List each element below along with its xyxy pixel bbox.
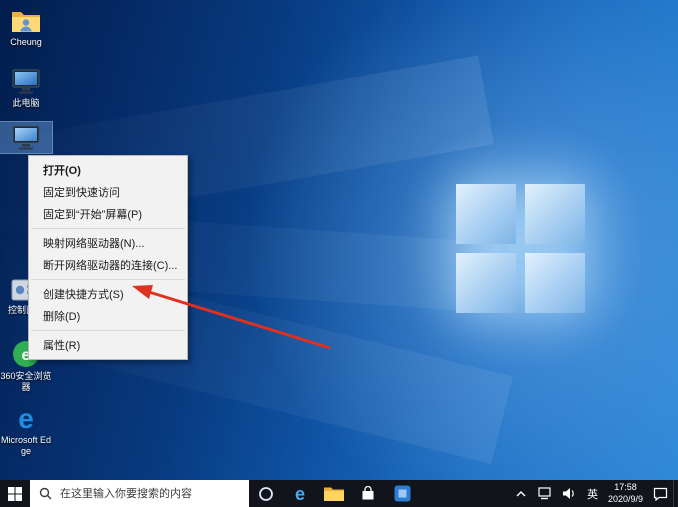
menu-item-pin-to-quick-access[interactable]: 固定到快速访问 — [29, 181, 187, 203]
taskbar-search-box[interactable] — [30, 480, 249, 507]
chevron-up-icon — [515, 490, 527, 498]
menu-item-map-network-drive[interactable]: 映射网络驱动器(N)... — [29, 232, 187, 254]
tray-volume-button[interactable] — [557, 480, 582, 507]
taskbar: e — [0, 480, 678, 507]
menu-item-properties[interactable]: 属性(R) — [29, 334, 187, 356]
context-menu: 打开(O) 固定到快速访问 固定到“开始”屏幕(P) 映射网络驱动器(N)...… — [28, 155, 188, 360]
cortana-icon — [258, 486, 274, 502]
edge-desktop-icon: e — [0, 402, 52, 434]
user-folder-icon — [0, 6, 52, 36]
show-desktop-button[interactable] — [673, 480, 678, 507]
tray-network-button[interactable] — [532, 480, 557, 507]
action-center-icon — [653, 487, 668, 501]
clock-date: 2020/9/9 — [608, 494, 643, 505]
store-icon — [360, 486, 376, 502]
volume-icon — [562, 487, 577, 500]
taskbar-edge-button[interactable]: e — [283, 480, 317, 507]
svg-text:e: e — [295, 484, 305, 504]
svg-text:e: e — [18, 404, 34, 432]
desktop-icon-selected-computer[interactable] — [0, 122, 52, 154]
cortana-button[interactable] — [249, 480, 283, 507]
windows-logo-pane — [456, 184, 516, 244]
ime-indicator[interactable]: 英 — [582, 480, 603, 507]
desktop-icon-microsoft-edge[interactable]: e Microsoft Edge — [0, 402, 52, 456]
clock-time: 17:58 — [614, 482, 637, 493]
taskbar-store-button[interactable] — [351, 480, 385, 507]
desktop-icon-label: 此电脑 — [0, 98, 52, 109]
desktop-icon-user-folder[interactable]: Cheung — [0, 6, 52, 48]
menu-separator — [31, 330, 185, 331]
search-icon — [39, 487, 52, 500]
taskbar-blue-app-button[interactable] — [385, 480, 419, 507]
windows-start-icon — [8, 487, 22, 501]
this-pc-icon — [0, 66, 52, 97]
menu-item-delete[interactable]: 删除(D) — [29, 305, 187, 327]
system-tray: 英 17:58 2020/9/9 — [510, 480, 678, 507]
tray-chevron-button[interactable] — [510, 480, 532, 507]
desktop-icon-label: Microsoft Edge — [0, 435, 52, 456]
desktop-icon-label: 360安全浏览器 — [0, 371, 52, 392]
search-input[interactable] — [58, 487, 242, 501]
edge-icon: e — [290, 484, 310, 504]
selected-computer-icon — [0, 122, 52, 153]
ethernet-icon — [537, 487, 552, 500]
desktop-icon-this-pc[interactable]: 此电脑 — [0, 66, 52, 109]
menu-separator — [31, 279, 185, 280]
taskbar-file-explorer-button[interactable] — [317, 480, 351, 507]
menu-separator — [31, 228, 185, 229]
action-center-button[interactable] — [648, 480, 673, 507]
windows-logo-wallpaper — [456, 184, 585, 313]
taskbar-clock[interactable]: 17:58 2020/9/9 — [603, 480, 648, 507]
windows-logo-pane — [456, 253, 516, 313]
menu-item-open[interactable]: 打开(O) — [29, 159, 187, 181]
windows-logo-pane — [525, 253, 585, 313]
desktop-icon-label: Cheung — [0, 37, 52, 48]
file-explorer-icon — [324, 486, 344, 502]
windows-logo-pane — [525, 184, 585, 244]
blue-app-icon — [394, 485, 411, 502]
start-button[interactable] — [0, 480, 30, 507]
menu-item-create-shortcut[interactable]: 创建快捷方式(S) — [29, 283, 187, 305]
menu-item-pin-to-start[interactable]: 固定到“开始”屏幕(P) — [29, 203, 187, 225]
menu-item-disconnect-network-drive[interactable]: 断开网络驱动器的连接(C)... — [29, 254, 187, 276]
